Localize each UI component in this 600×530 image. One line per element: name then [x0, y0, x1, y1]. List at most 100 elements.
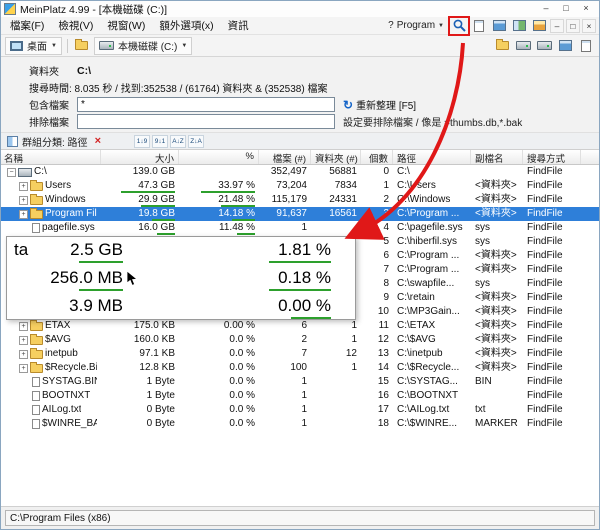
column-header-folders[interactable]: 資料夾 (#) — [311, 150, 361, 164]
menu-file[interactable]: 檔案(F) — [3, 16, 51, 35]
child-close-button[interactable]: × — [582, 19, 596, 33]
close-button[interactable]: × — [576, 2, 596, 16]
folder-icon — [30, 336, 43, 345]
zoom-percent-bar — [269, 289, 331, 291]
tree-expander[interactable]: + — [19, 336, 28, 345]
cell-index: 15 — [361, 375, 393, 389]
cell-ext: <資料夾> — [471, 193, 523, 207]
menu-window[interactable]: 視窗(W) — [100, 16, 152, 35]
table-row[interactable]: +Windows29.9 GB21.48 %115,179243312C:\Wi… — [1, 193, 599, 207]
cell-folders: 1 — [311, 319, 361, 333]
tree-expander[interactable]: − — [7, 168, 16, 177]
cell-folders — [311, 389, 361, 403]
drive-d-button[interactable] — [535, 38, 553, 54]
zoom-row: 3.9 MB 0.00 % — [7, 293, 355, 321]
cell-method: FindFile — [523, 319, 581, 333]
cell-name: +$AVG — [1, 333, 101, 347]
child-restore-button[interactable]: □ — [566, 19, 580, 33]
toolbar: 桌面 ▼ 本機磁碟 (C:) ▼ — [1, 35, 599, 57]
table-row[interactable]: +Program Files (x8...19.8 GB14.18 %91,63… — [1, 207, 599, 221]
cell-path: C:\BOOTNXT — [393, 389, 471, 403]
drive-icon — [18, 168, 32, 177]
table-row[interactable]: +ETAX175.0 KB0.00 %6111C:\ETAX<資料夾>FindF… — [1, 319, 599, 333]
table-row[interactable]: +Users47.3 GB33.97 %73,20478341C:\Users<… — [1, 179, 599, 193]
cell-ext — [471, 389, 523, 403]
row-name-label: BOOTNXT — [42, 389, 90, 403]
cell-index: 17 — [361, 403, 393, 417]
cell-size: 19.8 GB — [101, 207, 179, 221]
report-button[interactable] — [577, 38, 595, 54]
cell-index: 7 — [361, 263, 393, 277]
minimize-button[interactable]: – — [536, 2, 556, 16]
tree-expander[interactable]: + — [19, 350, 28, 359]
cell-path: C:\$WINRE... — [393, 417, 471, 431]
column-header-index[interactable]: 個數 — [361, 150, 393, 164]
tree-expander[interactable]: + — [19, 322, 28, 331]
column-header-percent[interactable]: % — [179, 150, 259, 164]
column-header-size[interactable]: 大小 — [101, 150, 179, 164]
sort-alpha-desc-button[interactable]: Z↓A — [188, 135, 204, 148]
sort-num-asc-button[interactable]: 1↓9 — [134, 135, 150, 148]
table-row[interactable]: +$Recycle.Bin12.8 KB0.0 %100114C:\$Recyc… — [1, 361, 599, 375]
child-minimize-button[interactable]: – — [550, 19, 564, 33]
table-row[interactable]: +$AVG160.0 KB0.0 %2112C:\$AVG<資料夾>FindFi… — [1, 333, 599, 347]
drive-selector[interactable]: 本機磁碟 (C:) ▼ — [94, 37, 192, 55]
window-list-button[interactable] — [530, 18, 548, 34]
table-row[interactable]: BOOTNXT1 Byte0.0 %116C:\BOOTNXTFindFile — [1, 389, 599, 403]
zoom-percent: 1.81 % — [278, 240, 331, 260]
explorer-button[interactable] — [556, 38, 574, 54]
cell-index: 1 — [361, 179, 393, 193]
zoom-button[interactable] — [450, 18, 468, 34]
column-header-files[interactable]: 檔案 (#) — [259, 150, 311, 164]
up-folder-button[interactable] — [73, 38, 91, 54]
sort-num-desc-button[interactable]: 9↓1 — [152, 135, 168, 148]
exclude-files-input[interactable] — [77, 114, 335, 129]
search-stats: 搜尋時間: 8.035 秒 / 找到:352538 / (61764) 資料夾 … — [29, 80, 327, 95]
column-header-ext[interactable]: 副檔名 — [471, 150, 523, 164]
status-bar: C:\Program Files (x86) — [1, 506, 599, 529]
tree-expander[interactable]: + — [19, 364, 28, 373]
column-header-method[interactable]: 搜尋方式 — [523, 150, 581, 164]
cell-size: 29.9 GB — [101, 193, 179, 207]
clear-group-button[interactable]: × — [92, 135, 104, 147]
cell-index: 8 — [361, 277, 393, 291]
cell-name: +inetpub — [1, 347, 101, 361]
cascade-windows-button[interactable] — [490, 18, 508, 34]
tree-expander[interactable]: + — [19, 196, 28, 205]
include-files-input[interactable] — [77, 97, 335, 112]
table-row[interactable]: +inetpub97.1 KB0.0 %71213C:\inetpub<資料夾>… — [1, 347, 599, 361]
cell-method: FindFile — [523, 221, 581, 235]
cell-name: +Program Files (x8... — [1, 207, 101, 221]
zoom-size: 256.0 MB — [50, 268, 123, 288]
table-row[interactable]: $WINRE_BACKU...0 Byte0.0 %118C:\$WINRE..… — [1, 417, 599, 431]
menu-extra[interactable]: 額外選項(x) — [152, 16, 220, 35]
preview-button[interactable] — [470, 18, 488, 34]
desktop-selector[interactable]: 桌面 ▼ — [5, 37, 62, 55]
cell-method: FindFile — [523, 333, 581, 347]
maximize-button[interactable]: □ — [556, 2, 576, 16]
table-row[interactable]: AILog.txt0 Byte0.0 %117C:\AILog.txttxtFi… — [1, 403, 599, 417]
cell-files: 1 — [259, 403, 311, 417]
cell-method: FindFile — [523, 179, 581, 193]
drive-c-button[interactable] — [514, 38, 532, 54]
program-dropdown[interactable]: ? Program ▼ — [384, 19, 448, 32]
tree-expander[interactable]: + — [19, 182, 28, 191]
cell-path: C:\ETAX — [393, 319, 471, 333]
column-header-path[interactable]: 路徑 — [393, 150, 471, 164]
search-folder-button[interactable] — [493, 38, 511, 54]
table-row[interactable]: −C:\139.0 GB352,497568810C:\FindFile — [1, 165, 599, 179]
table-row[interactable]: SYSTAG.BIN1 Byte0.0 %115C:\SYSTAG...BINF… — [1, 375, 599, 389]
cell-index: 10 — [361, 305, 393, 319]
menu-view[interactable]: 檢視(V) — [51, 16, 100, 35]
cell-folders — [311, 375, 361, 389]
sort-alpha-asc-button[interactable]: A↓Z — [170, 135, 186, 148]
table-row[interactable]: pagefile.sys16.0 GB11.48 %14C:\pagefile.… — [1, 221, 599, 235]
tile-windows-button[interactable] — [510, 18, 528, 34]
column-header-name[interactable]: 名稱 — [1, 150, 101, 164]
refresh-button[interactable]: ↻ 重新整理 [F5] — [343, 97, 416, 112]
menu-info[interactable]: 資訊 — [221, 16, 256, 35]
tree-expander[interactable]: + — [19, 210, 28, 219]
cell-name: AILog.txt — [1, 403, 101, 417]
status-path: C:\Program Files (x86) — [5, 510, 595, 526]
row-name-label: $WINRE_BACKU... — [42, 417, 97, 431]
